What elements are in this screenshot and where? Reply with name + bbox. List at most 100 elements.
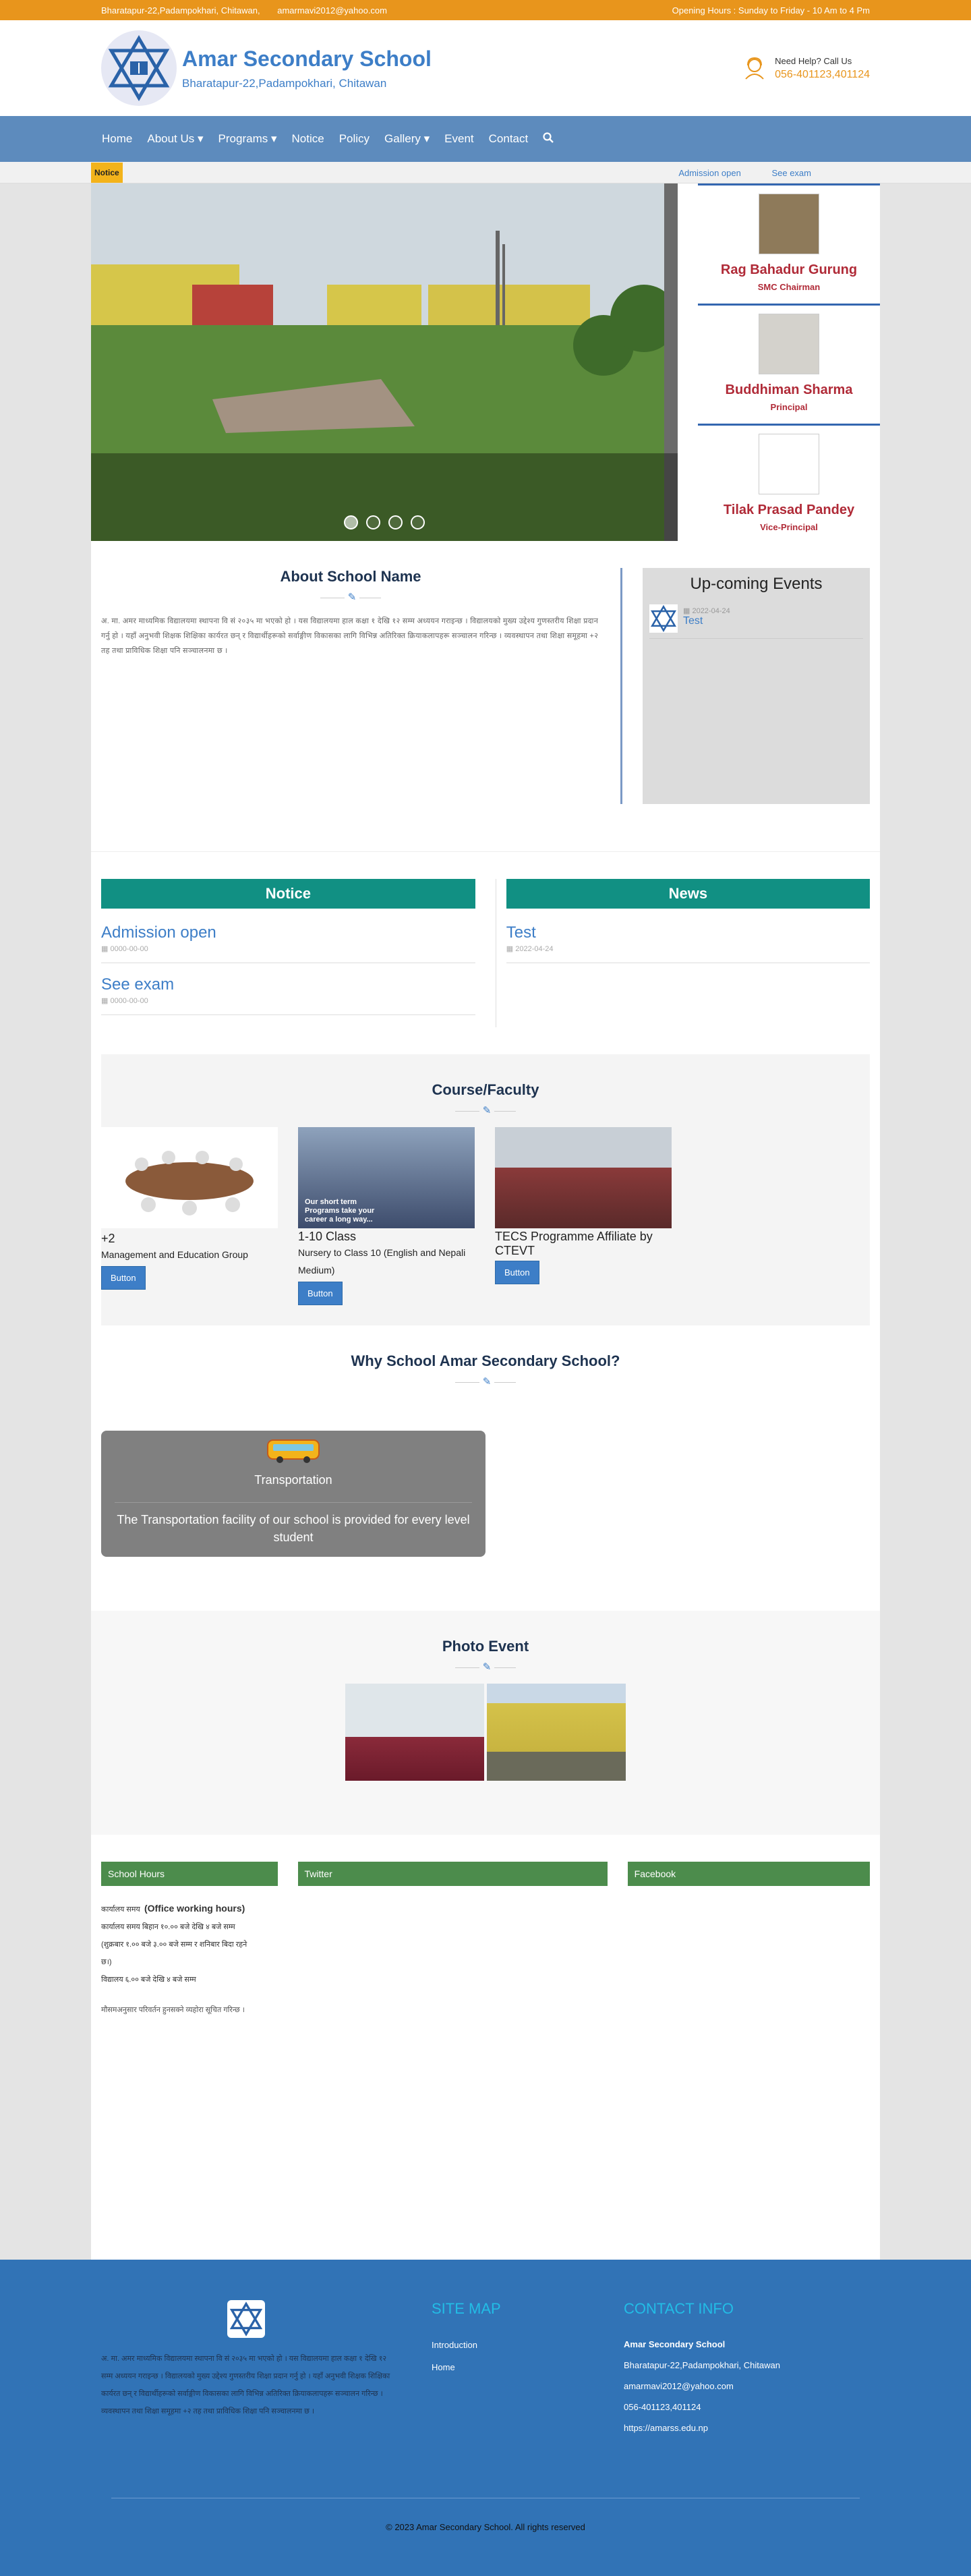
course-name: +2 bbox=[101, 1232, 115, 1245]
footer-about-text: अ. मा. अमर माध्यमिक विद्यालयमा स्थापना व… bbox=[101, 2355, 390, 2415]
school-name[interactable]: Amar Secondary School bbox=[182, 47, 432, 71]
footer-contact: CONTACT INFO Amar Secondary School Bhara… bbox=[624, 2300, 780, 2438]
notice-ticker: Notice Admission open See exam bbox=[0, 162, 971, 183]
staff-card: Tilak Prasad Pandey Vice-Principal bbox=[698, 424, 880, 544]
course-card: +2 Management and Education Group Button bbox=[101, 1127, 278, 1305]
gallery-photo[interactable] bbox=[487, 1684, 626, 1781]
nav-notice[interactable]: Notice bbox=[292, 132, 324, 146]
course-button[interactable]: Button bbox=[101, 1266, 146, 1290]
why-title: Why School Amar Secondary School? bbox=[351, 1352, 620, 1369]
staff-card: Buddhiman Sharma Principal bbox=[698, 304, 880, 424]
course-image bbox=[495, 1127, 672, 1228]
marquee-item[interactable]: Admission open bbox=[678, 168, 741, 178]
notice-news-section: Notice Admission open ▦ 0000-00-00 See e… bbox=[91, 879, 880, 1054]
staff-role: Principal bbox=[770, 402, 808, 412]
nav-gallery[interactable]: Gallery ▾ bbox=[384, 132, 430, 146]
feature-text: The Transportation facility of our schoo… bbox=[117, 1513, 470, 1544]
staff-photo bbox=[759, 314, 819, 374]
about-section: About School Name ✎ अ. मा. अमर माध्यमिक … bbox=[91, 541, 880, 851]
staff-name: Buddhiman Sharma bbox=[725, 382, 853, 397]
course-card: TECS Programme Affiliate by CTEVT Button bbox=[495, 1127, 672, 1305]
notice-date: ▦ 0000-00-00 bbox=[101, 997, 148, 1005]
broken-image-icon bbox=[759, 434, 819, 494]
staff-cards: Rag Bahadur Gurung SMC Chairman Buddhima… bbox=[678, 183, 880, 544]
hours-line: छ।) bbox=[101, 1958, 112, 1966]
about-school: About School Name ✎ अ. मा. अमर माध्यमिक … bbox=[101, 568, 622, 804]
nav-policy[interactable]: Policy bbox=[339, 132, 370, 146]
help-phone[interactable]: 056-401123,401124 bbox=[775, 69, 870, 81]
staff-name: Rag Bahadur Gurung bbox=[720, 262, 858, 277]
contact-email[interactable]: amarmavi2012@yahoo.com bbox=[624, 2376, 780, 2397]
top-contact: Bharatapur-22,Padampokhari, Chitawan, am… bbox=[101, 5, 402, 16]
opening-hours: Opening Hours : Sunday to Friday - 10 Am… bbox=[672, 5, 870, 16]
staff-card: Rag Bahadur Gurung SMC Chairman bbox=[698, 183, 880, 304]
school-hours-widget: School Hours कार्यालय समय (Office workin… bbox=[101, 1862, 278, 2260]
marquee-item[interactable]: See exam bbox=[771, 168, 811, 178]
course-grid: +2 Management and Education Group Button… bbox=[101, 1127, 870, 1305]
contact-website[interactable]: https://amarss.edu.np bbox=[624, 2417, 780, 2438]
course-button[interactable]: Button bbox=[298, 1282, 343, 1305]
notice-date: ▦ 0000-00-00 bbox=[101, 945, 148, 953]
nav-contact[interactable]: Contact bbox=[489, 132, 529, 146]
pencil-icon: ✎ bbox=[345, 591, 359, 606]
brand: Amar Secondary School Bharatapur-22,Pada… bbox=[182, 47, 432, 90]
contact-name: Amar Secondary School bbox=[624, 2339, 726, 2349]
course-image: Our short term Programs take your career… bbox=[298, 1127, 475, 1228]
school-logo[interactable] bbox=[101, 30, 177, 106]
widget-header: Twitter bbox=[297, 1862, 608, 1886]
slider-dot[interactable] bbox=[388, 515, 403, 529]
notice-column: Notice Admission open ▦ 0000-00-00 See e… bbox=[101, 879, 475, 1027]
upcoming-events: Up-coming Events ▦ 2022-04-24 Test bbox=[643, 568, 870, 804]
staff-role: Vice-Principal bbox=[760, 522, 818, 532]
course-image-text: Our short term Programs take your career… bbox=[305, 1198, 375, 1224]
course-desc: Management and Education Group bbox=[101, 1249, 248, 1260]
sitemap-link[interactable]: Home bbox=[432, 2356, 624, 2378]
pencil-icon: ✎ bbox=[479, 1104, 494, 1119]
event-logo-icon bbox=[649, 604, 678, 633]
hours-heading: कार्यालय समय (Office working hours) bbox=[101, 1903, 245, 1914]
nav-programs[interactable]: Programs ▾ bbox=[218, 132, 277, 146]
pencil-icon: ✎ bbox=[479, 1661, 494, 1676]
feature-title: Transportation bbox=[254, 1473, 332, 1487]
contact-phone[interactable]: 056-401123,401124 bbox=[624, 2397, 780, 2417]
event-item[interactable]: ▦ 2022-04-24 Test bbox=[649, 604, 863, 639]
gallery-photo[interactable] bbox=[345, 1684, 484, 1781]
nav-home[interactable]: Home bbox=[102, 132, 132, 146]
search-icon[interactable] bbox=[543, 132, 554, 146]
slider-dot[interactable] bbox=[366, 515, 381, 529]
course-button[interactable]: Button bbox=[495, 1261, 539, 1284]
site-footer: अ. मा. अमर माध्यमिक विद्यालयमा स्थापना व… bbox=[0, 2260, 971, 2576]
sitemap-title: SITE MAP bbox=[432, 2300, 501, 2317]
nav-event[interactable]: Event bbox=[444, 132, 473, 146]
event-title[interactable]: Test bbox=[683, 615, 730, 627]
image-slider[interactable] bbox=[91, 183, 678, 541]
hours-note: मौसमअनुसार परिवर्तन हुनसक्ने व्यहोरा सूच… bbox=[101, 2006, 245, 2014]
separator bbox=[91, 851, 880, 852]
slider-dots bbox=[91, 515, 678, 532]
top-email[interactable]: amarmavi2012@yahoo.com bbox=[277, 5, 387, 16]
events-title: Up-coming Events bbox=[690, 575, 823, 593]
course-title: Course/Faculty bbox=[432, 1081, 539, 1098]
contact-title: CONTACT INFO bbox=[624, 2300, 734, 2317]
footer-about: अ. मा. अमर माध्यमिक विद्यालयमा स्थापना व… bbox=[101, 2300, 391, 2438]
slider-dot[interactable] bbox=[410, 515, 425, 529]
sitemap-link[interactable]: Introduction bbox=[432, 2334, 624, 2356]
course-name: TECS Programme Affiliate by CTEVT bbox=[495, 1230, 653, 1257]
photo-event-section: Photo Event ✎ bbox=[91, 1611, 880, 1835]
course-section: Course/Faculty ✎ +2 Management and Educa… bbox=[101, 1054, 870, 1325]
notice-link[interactable]: Admission open bbox=[101, 923, 475, 942]
notice-tag: Notice bbox=[91, 163, 123, 183]
notice-link[interactable]: See exam bbox=[101, 975, 475, 994]
news-header: News bbox=[506, 879, 870, 909]
contact-address: Bharatapur-22,Padampokhari, Chitawan bbox=[624, 2360, 780, 2370]
news-link[interactable]: Test bbox=[506, 923, 870, 942]
school-building-photo bbox=[91, 183, 678, 541]
support-agent-icon bbox=[745, 57, 764, 80]
nav-about-us[interactable]: About Us ▾ bbox=[147, 132, 203, 146]
divider: ✎ bbox=[455, 1375, 516, 1390]
divider: ✎ bbox=[455, 1661, 516, 1676]
course-image bbox=[101, 1127, 278, 1228]
course-card: Our short term Programs take your career… bbox=[298, 1127, 475, 1305]
star-of-david-logo-icon bbox=[229, 2301, 263, 2337]
slider-dot[interactable] bbox=[344, 515, 359, 529]
